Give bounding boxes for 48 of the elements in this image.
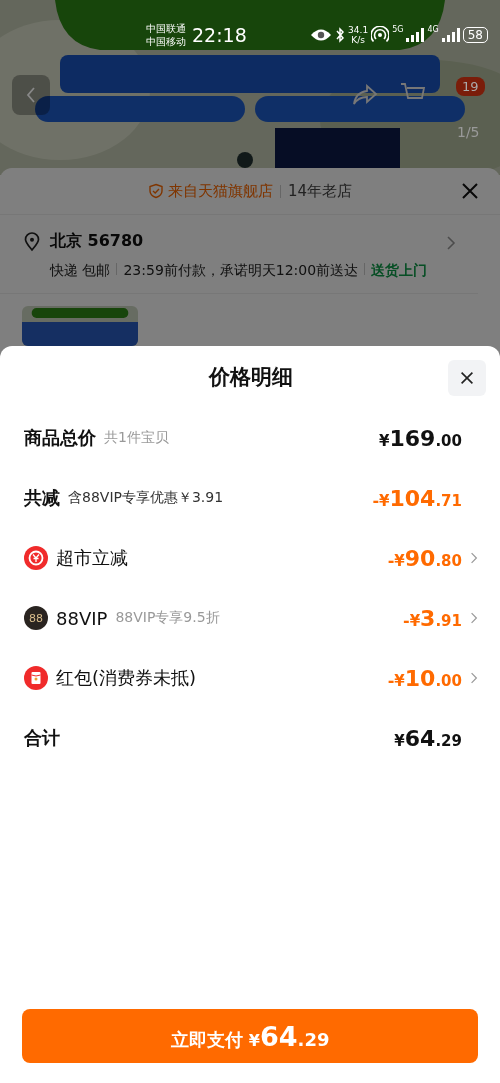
price-amount: -¥3.91	[403, 605, 462, 631]
chevron-right-icon[interactable]	[470, 551, 478, 565]
sheet-title: 价格明细	[209, 364, 293, 391]
row-note: 88VIP专享9.5折	[115, 609, 220, 627]
store-label: 来自天猫旗舰店	[167, 181, 273, 201]
row-note: 含88VIP专享优惠￥3.91	[68, 489, 224, 507]
price-amount: ¥64.29	[394, 725, 462, 751]
row-note: 共1件宝贝	[104, 429, 169, 447]
chevron-right-icon[interactable]	[446, 235, 456, 251]
close-icon[interactable]	[460, 181, 480, 201]
signal-icon	[441, 28, 460, 42]
hotspot-icon	[371, 26, 390, 44]
row-label: 红包(消费券未抵)	[56, 666, 197, 690]
share-icon[interactable]	[352, 84, 378, 106]
address[interactable]: 北京 56780	[50, 231, 438, 252]
eye-icon	[310, 28, 333, 42]
chevron-right-icon[interactable]	[470, 611, 478, 625]
row-label: 超市立减	[56, 546, 128, 570]
row-label: 商品总价	[24, 426, 96, 450]
row-label: 共减	[24, 486, 60, 510]
bluetooth-icon	[335, 27, 346, 43]
pay-now-button[interactable]: 立即支付 ¥64.29	[22, 1009, 478, 1063]
chevron-right-icon[interactable]	[470, 671, 478, 685]
price-amount: ¥169.00	[379, 425, 462, 451]
row-label: 合计	[24, 726, 60, 750]
coin-icon	[24, 546, 48, 570]
signal-icon	[406, 28, 425, 42]
store-age: 14年老店	[287, 181, 353, 201]
price-amount: -¥10.00	[387, 665, 462, 691]
network-speed: 34.1 K/s	[348, 25, 369, 45]
network-type: 5G	[392, 25, 404, 34]
image-counter: 1/5	[457, 124, 480, 140]
close-icon	[458, 369, 476, 387]
shield-icon	[147, 183, 164, 199]
envelope-icon	[24, 666, 48, 690]
clock: 22:18	[192, 24, 247, 46]
carrier-names: 中国联通 中国移动	[146, 22, 186, 48]
row-label: 88VIP	[56, 607, 108, 629]
location-pin-icon	[22, 232, 42, 252]
back-button[interactable]	[12, 75, 50, 115]
shipping-info: 快递 包邮 23:59前付款，承诺明天12:00前送达 送货上门	[50, 261, 429, 280]
cart-badge: 19	[456, 77, 485, 96]
network-type: 4G	[427, 25, 439, 34]
close-button[interactable]	[448, 360, 486, 396]
vip-badge-icon: 88	[24, 606, 48, 630]
battery-level: 58	[462, 27, 488, 43]
price-amount: -¥90.80	[387, 545, 462, 571]
price-amount: -¥104.71	[372, 485, 462, 511]
